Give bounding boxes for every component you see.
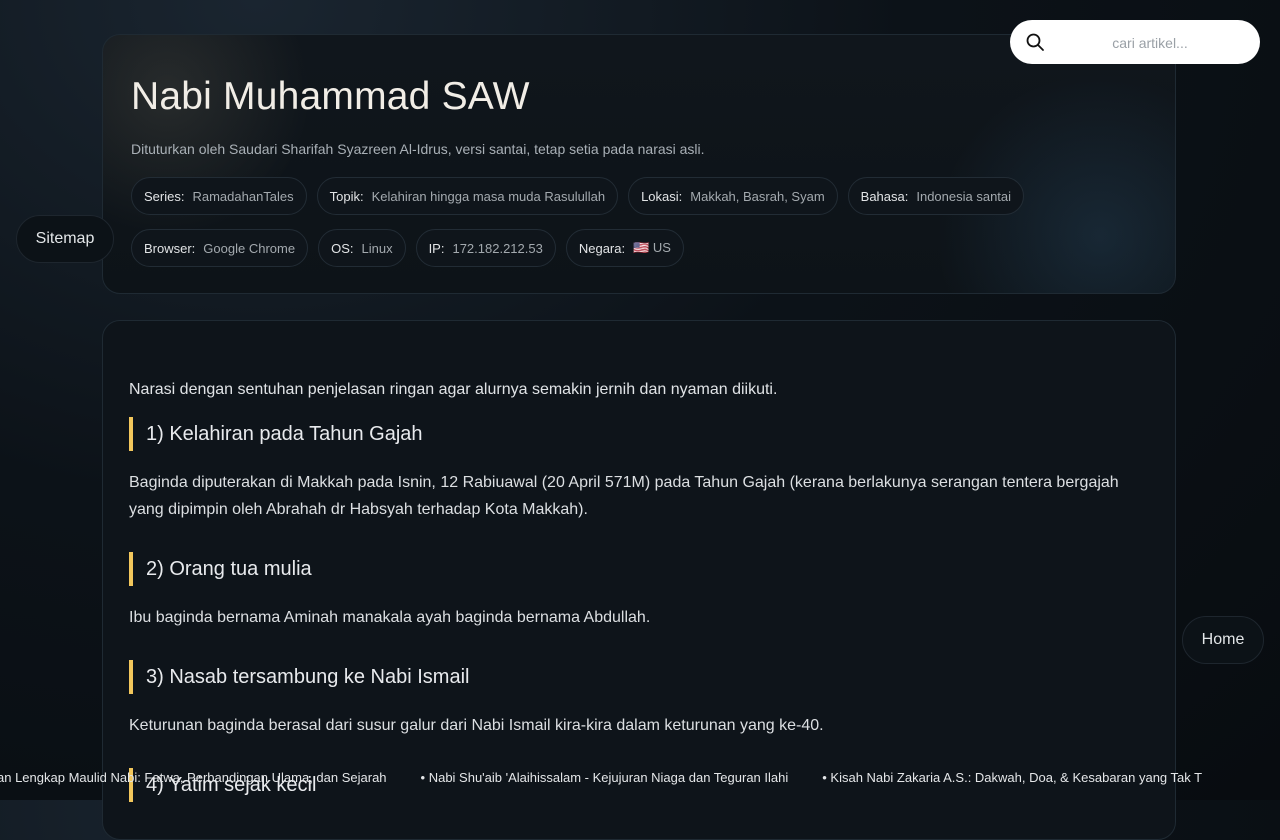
chip-key: OS: bbox=[331, 240, 354, 256]
chip-value: Kelahiran hingga masa muda Rasulullah bbox=[371, 188, 606, 204]
meta-chip-browser: Browser: Google Chrome bbox=[131, 229, 309, 267]
page-title: Nabi Muhammad SAW bbox=[131, 75, 530, 118]
meta-chip-ip: IP: 172.182.212.53 bbox=[415, 229, 556, 267]
search-box[interactable] bbox=[1010, 20, 1260, 64]
article-intro: Narasi dengan sentuhan penjelasan ringan… bbox=[129, 381, 778, 398]
ticker-link[interactable]: ajian Lengkap Maulid Nabi: Fatwa, Perban… bbox=[0, 770, 387, 785]
ticker-link[interactable]: • Nabi Shu'aib 'Alaihissalam - Kejujuran… bbox=[421, 770, 789, 785]
chip-value: Google Chrome bbox=[203, 240, 296, 256]
chip-key: Lokasi: bbox=[641, 188, 683, 204]
section-title: 1) Kelahiran pada Tahun Gajah bbox=[129, 417, 423, 451]
chip-key: Negara: bbox=[578, 240, 626, 256]
chip-key: Series: bbox=[144, 188, 185, 204]
chip-value: Makkah, Basrah, Syam bbox=[690, 188, 825, 204]
article-ticker: ajian Lengkap Maulid Nabi: Fatwa, Perban… bbox=[0, 766, 1280, 790]
meta-chip-negara: Negara: 🇺🇸 US bbox=[565, 229, 684, 267]
chip-key: Topik: bbox=[329, 188, 364, 204]
meta-chip-bahasa: Bahasa: Indonesia santai bbox=[847, 177, 1025, 215]
sitemap-button[interactable]: Sitemap bbox=[16, 215, 114, 263]
search-input[interactable] bbox=[1050, 30, 1250, 56]
chip-key: Browser: bbox=[144, 240, 196, 256]
chip-value: 172.182.212.53 bbox=[452, 240, 543, 256]
meta-chips-row-1: Series: RamadahanTales Topik: Kelahiran hi… bbox=[131, 177, 1025, 215]
section-text: Keturunan baginda berasal dari susur gal… bbox=[129, 717, 824, 734]
chip-value: Linux bbox=[361, 240, 393, 256]
chip-key: IP: bbox=[428, 240, 445, 256]
meta-chip-topik: Topik: Kelahiran hingga masa muda Rasulul… bbox=[316, 177, 619, 215]
section-text: Ibu baginda bernama Aminah manakala ayah… bbox=[129, 609, 651, 626]
meta-chip-os: OS: Linux bbox=[318, 229, 406, 267]
section-text: Baginda diputerakan di Makkah pada Isnin… bbox=[129, 474, 1119, 518]
page-subtitle: Dituturkan oleh Saudari Sharifah Syazree… bbox=[131, 141, 705, 157]
article-header: Nabi Muhammad SAW Dituturkan oleh Saudar… bbox=[102, 34, 1176, 294]
chip-key: Bahasa: bbox=[860, 188, 909, 204]
section-title: 2) Orang tua mulia bbox=[129, 552, 312, 586]
home-button[interactable]: Home bbox=[1182, 616, 1264, 664]
chip-value: 🇺🇸 US bbox=[633, 240, 671, 255]
meta-chips-row-2: Browser: Google Chrome OS: Linux IP: 172.18… bbox=[131, 229, 684, 267]
meta-chip-series: Series: RamadahanTales bbox=[131, 177, 307, 215]
meta-chip-lokasi: Lokasi: Makkah, Basrah, Syam bbox=[628, 177, 838, 215]
search-icon[interactable] bbox=[1025, 32, 1045, 52]
chip-value: RamadahanTales bbox=[192, 188, 294, 204]
ticker-link[interactable]: • Kisah Nabi Zakaria A.S.: Dakwah, Doa, … bbox=[822, 770, 1202, 785]
ticker-track: ajian Lengkap Maulid Nabi: Fatwa, Perban… bbox=[0, 770, 1236, 785]
chip-value: Indonesia santai bbox=[916, 188, 1012, 204]
section-title: 3) Nasab tersambung ke Nabi Ismail bbox=[129, 660, 469, 694]
article-body: Narasi dengan sentuhan penjelasan ringan… bbox=[102, 320, 1176, 840]
